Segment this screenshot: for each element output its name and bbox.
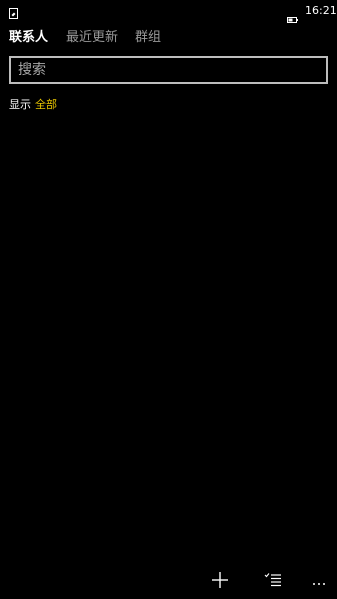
more-icon[interactable] [310, 570, 330, 590]
tab-recent-updates[interactable]: 最近更新 [66, 29, 118, 47]
battery-icon [287, 8, 298, 23]
filter-value-link[interactable]: 全部 [35, 98, 57, 111]
pivot-tabs: 联系人 最近更新 群组 [0, 29, 337, 49]
status-bar: 16:21 [0, 0, 337, 23]
filter-label: 显示 [9, 98, 31, 111]
add-icon[interactable] [210, 570, 230, 590]
search-box [9, 56, 328, 84]
select-list-icon[interactable] [263, 570, 283, 590]
status-time: 16:21 [305, 4, 337, 17]
filter-row: 显示 全部 [9, 97, 57, 112]
app-bar [0, 562, 337, 599]
notification-icon [9, 4, 18, 19]
search-input[interactable] [11, 58, 326, 82]
tab-groups[interactable]: 群组 [135, 29, 161, 47]
contacts-screen: 16:21 联系人 最近更新 群组 显示全部 [0, 0, 337, 599]
tab-contacts[interactable]: 联系人 [9, 29, 48, 47]
